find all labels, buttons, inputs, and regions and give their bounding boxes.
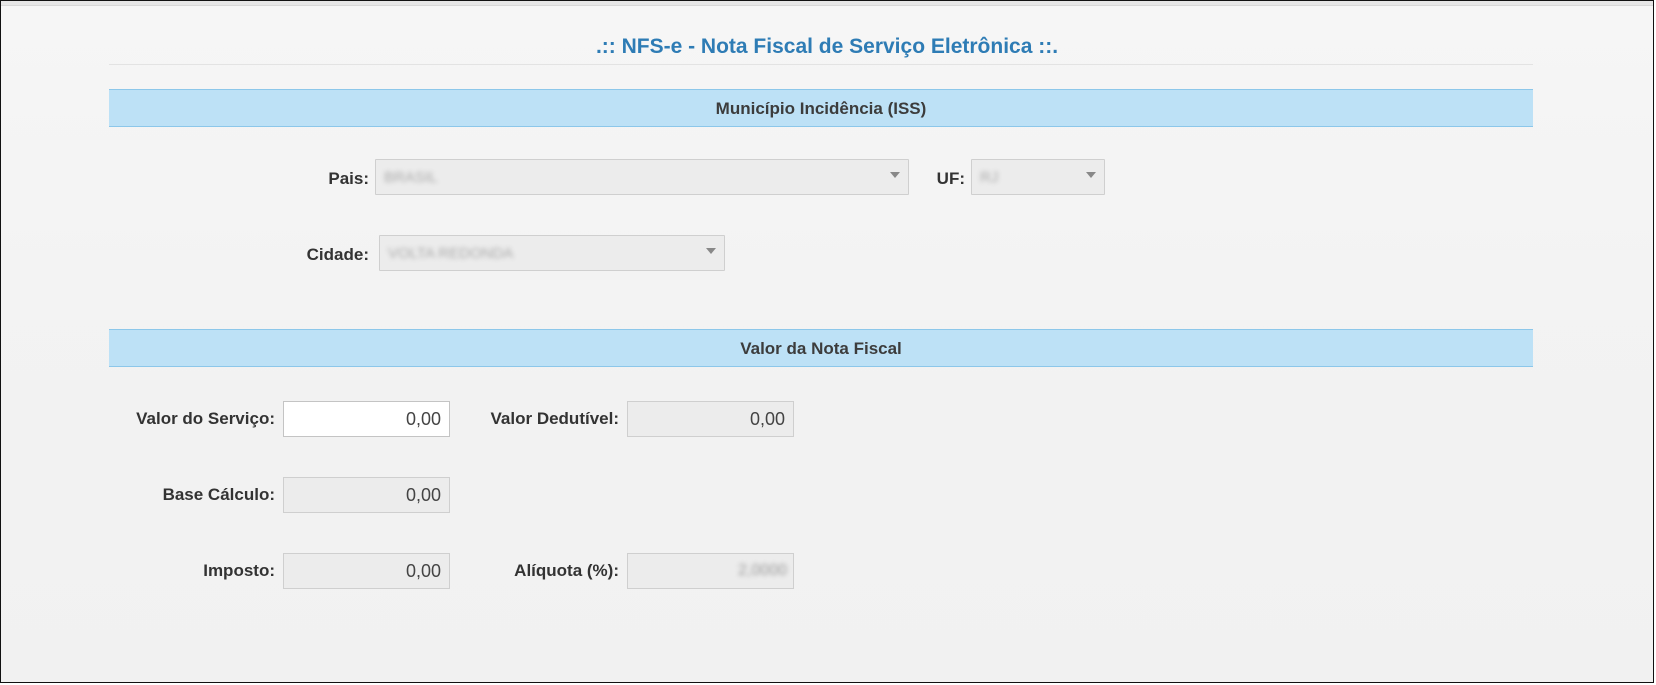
cidade-selected-value: VOLTA REDONDA bbox=[388, 245, 514, 262]
aliquota-input[interactable]: 2,0000 bbox=[627, 553, 794, 589]
cidade-label: Cidade: bbox=[306, 245, 369, 264]
chevron-down-icon bbox=[1086, 172, 1096, 178]
uf-label: UF: bbox=[936, 169, 965, 188]
title-divider bbox=[109, 64, 1533, 65]
pais-label: Pais: bbox=[328, 169, 369, 188]
cidade-select[interactable]: VOLTA REDONDA bbox=[379, 235, 725, 271]
base-calculo-label: Base Cálculo: bbox=[162, 485, 275, 504]
valor-dedutivel-label: Valor Dedutível: bbox=[490, 409, 619, 428]
page-frame: .:: NFS-e - Nota Fiscal de Serviço Eletr… bbox=[0, 0, 1654, 683]
pais-select[interactable]: BRASIL bbox=[375, 159, 909, 195]
section-municipio-header: Município Incidência (ISS) bbox=[109, 89, 1533, 127]
uf-select[interactable]: RJ bbox=[971, 159, 1105, 195]
imposto-label: Imposto: bbox=[203, 561, 275, 580]
imposto-input[interactable] bbox=[283, 553, 450, 589]
chevron-down-icon bbox=[890, 172, 900, 178]
aliquota-value: 2,0000 bbox=[738, 562, 787, 579]
page-title: .:: NFS-e - Nota Fiscal de Serviço Eletr… bbox=[595, 35, 1059, 58]
section-valor-header: Valor da Nota Fiscal bbox=[109, 329, 1533, 367]
base-calculo-input[interactable] bbox=[283, 477, 450, 513]
aliquota-label: Alíquota (%): bbox=[514, 561, 619, 580]
chevron-down-icon bbox=[706, 248, 716, 254]
uf-selected-value: RJ bbox=[980, 169, 999, 186]
valor-servico-label: Valor do Serviço: bbox=[136, 409, 275, 428]
valor-dedutivel-input[interactable] bbox=[627, 401, 794, 437]
pais-selected-value: BRASIL bbox=[384, 169, 438, 186]
valor-servico-input[interactable] bbox=[283, 401, 450, 437]
